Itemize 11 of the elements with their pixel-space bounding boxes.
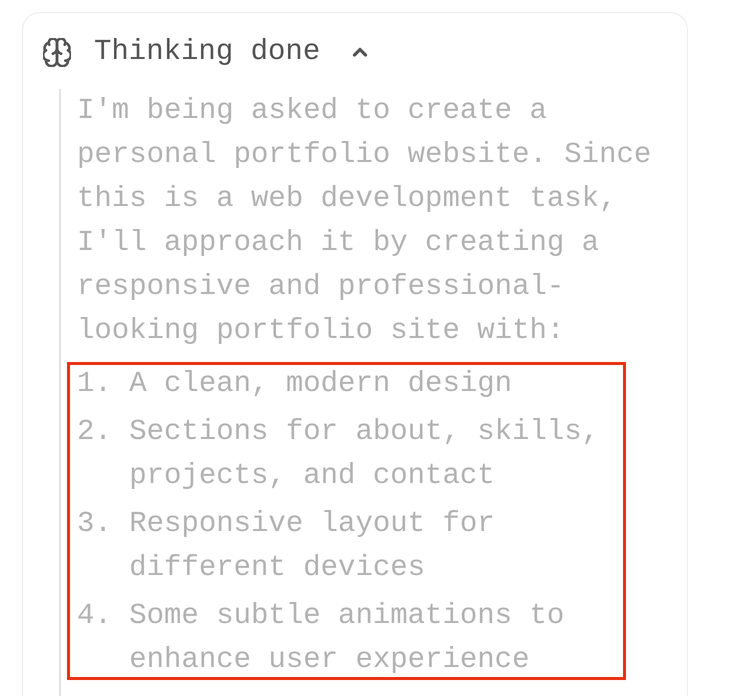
item-number: 3. <box>77 506 113 542</box>
item-text: Responsive layout for different devices <box>129 506 496 586</box>
brain-icon <box>43 38 71 66</box>
thought-paragraph: I'm being asked to create a personal portfolio website. Since this is a web development task, I'll approach it by creating a responsive and professional-looking portfolio site with: <box>77 93 652 349</box>
thinking-toggle-button[interactable]: Thinking done <box>43 30 372 74</box>
item-text: Some subtle animations to enhance user experience <box>129 598 566 678</box>
item-text: Sections for about, skills, projects, and contact <box>129 414 600 494</box>
item-text: A clean, modern design <box>129 366 514 402</box>
item-number: 2. <box>77 414 113 450</box>
item-number: 4. <box>77 598 113 634</box>
item-number: 1. <box>77 366 113 402</box>
